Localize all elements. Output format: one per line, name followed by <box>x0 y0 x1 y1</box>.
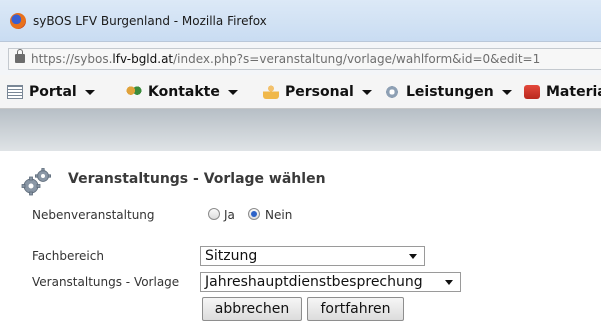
header-band <box>0 109 601 151</box>
continue-button[interactable]: fortfahren <box>307 297 404 321</box>
window-titlebar: syBOS LFV Burgenland - Mozilla Firefox <box>0 0 601 41</box>
url-domain: lfv-bgld.at <box>112 52 174 66</box>
contacts-icon <box>126 85 142 99</box>
main-menu: Portal Kontakte Personal Leistungen Mate… <box>0 75 601 109</box>
form-panel: Veranstaltungs - Vorlage wählen Nebenver… <box>0 151 601 334</box>
menu-portal[interactable]: Portal <box>7 83 95 101</box>
menu-material[interactable]: Material <box>524 83 601 101</box>
staff-icon <box>263 85 279 99</box>
cancel-button[interactable]: abbrechen <box>202 297 302 321</box>
radio-nein[interactable] <box>248 208 260 220</box>
page-title: Veranstaltungs - Vorlage wählen <box>68 171 326 187</box>
radio-ja[interactable] <box>208 208 220 220</box>
nebenveranstaltung-label: Nebenveranstaltung <box>32 208 155 222</box>
chevron-down-icon <box>361 89 372 95</box>
firefox-logo-icon <box>10 13 26 29</box>
navigation-bar: https://sybos.lfv-bgld.at/index.php?s=ve… <box>0 41 601 77</box>
chevron-down-icon <box>501 89 512 95</box>
fachbereich-label: Fachbereich <box>32 249 104 263</box>
menu-material-label: Material <box>546 84 601 100</box>
lock-icon <box>15 49 25 63</box>
vorlage-select[interactable]: Jahreshauptdienstbesprechung <box>200 272 461 292</box>
chevron-down-icon <box>409 254 417 259</box>
chevron-down-icon <box>84 89 95 95</box>
services-icon <box>384 85 400 99</box>
url-prefix: https://sybos. <box>31 52 113 66</box>
menu-personal[interactable]: Personal <box>263 83 372 101</box>
menu-personal-label: Personal <box>285 84 354 100</box>
chevron-down-icon <box>227 89 238 95</box>
menu-portal-label: Portal <box>29 84 77 100</box>
radio-ja-label[interactable]: Ja <box>224 208 235 222</box>
url-text: https://sybos.lfv-bgld.at/index.php?s=ve… <box>31 52 540 66</box>
chevron-down-icon <box>445 280 453 285</box>
menu-leistungen-label: Leistungen <box>406 84 494 100</box>
portal-icon <box>7 85 23 99</box>
fachbereich-value: Sitzung <box>205 248 258 264</box>
gears-icon <box>21 168 52 196</box>
menu-leistungen[interactable]: Leistungen <box>384 83 512 101</box>
window-title: syBOS LFV Burgenland - Mozilla Firefox <box>33 14 267 28</box>
url-path: /index.php?s=veranstaltung/vorlage/wahlf… <box>173 52 541 66</box>
url-field[interactable]: https://sybos.lfv-bgld.at/index.php?s=ve… <box>8 48 601 70</box>
radio-nein-label[interactable]: Nein <box>265 208 292 222</box>
vorlage-value: Jahreshauptdienstbesprechung <box>205 274 423 290</box>
fachbereich-select[interactable]: Sitzung <box>200 246 425 266</box>
material-icon <box>524 85 540 99</box>
vorlage-label: Veranstaltungs - Vorlage <box>32 275 180 289</box>
menu-kontakte-label: Kontakte <box>148 84 220 100</box>
menu-kontakte[interactable]: Kontakte <box>126 83 238 101</box>
